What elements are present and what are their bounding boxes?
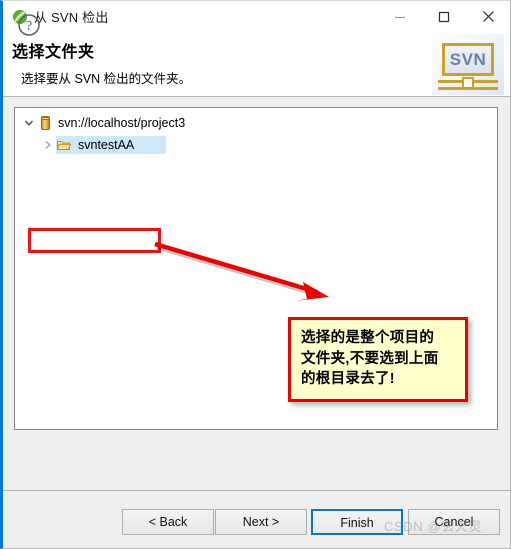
dialog-body: svn://localhost/project3 svntestAA 选择的是整…	[3, 97, 510, 490]
tree-item-label: svntestAA	[77, 136, 157, 154]
back-button[interactable]: < Back	[122, 509, 214, 535]
chevron-right-icon[interactable]	[40, 140, 56, 150]
next-button[interactable]: Next >	[215, 509, 307, 535]
svg-text:?: ?	[26, 19, 32, 34]
annotation-callout-text: 选择的是整个项目的 文件夹,不要选到上面 的根目录去了!	[301, 330, 439, 388]
repository-icon	[37, 115, 53, 131]
help-icon[interactable]: ?	[17, 13, 41, 37]
checkout-from-svn-dialog: 从 SVN 检出 选择文件夹 选择要从 SVN 检出的文件夹。 SVN svn:…	[0, 0, 511, 549]
finish-button[interactable]: Finish	[311, 509, 403, 535]
window-controls	[378, 1, 510, 32]
chevron-down-icon[interactable]	[21, 118, 37, 128]
svn-banner-label: SVN	[449, 50, 487, 69]
svn-banner-frame: SVN	[442, 43, 494, 76]
maximize-button[interactable]	[422, 1, 466, 32]
cancel-button[interactable]: Cancel	[408, 509, 500, 535]
minimize-button[interactable]	[378, 1, 422, 32]
title-bar: 从 SVN 检出	[3, 1, 510, 32]
tree-item-repository-root[interactable]: svn://localhost/project3	[15, 112, 497, 134]
svn-banner-icon: SVN	[432, 34, 504, 95]
window-title: 从 SVN 检出	[34, 10, 109, 25]
annotation-callout: 选择的是整个项目的 文件夹,不要选到上面 的根目录去了!	[288, 317, 468, 402]
close-button[interactable]	[466, 1, 510, 32]
dialog-header: 选择文件夹 选择要从 SVN 检出的文件夹。 SVN	[3, 32, 510, 97]
tree-item-svntestAA[interactable]: svntestAA	[15, 134, 497, 156]
svn-banner-knob	[462, 77, 474, 89]
page-description: 选择要从 SVN 检出的文件夹。	[21, 72, 192, 86]
folder-open-icon	[56, 137, 72, 153]
tree-item-label: svn://localhost/project3	[58, 116, 186, 130]
page-title: 选择文件夹	[12, 44, 95, 61]
